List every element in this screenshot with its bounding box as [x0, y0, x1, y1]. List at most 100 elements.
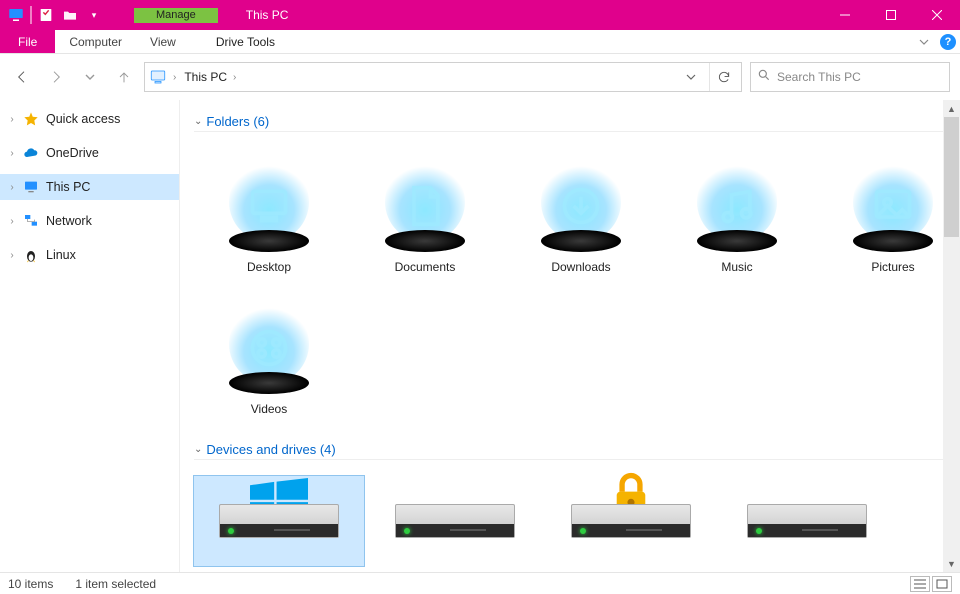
back-button[interactable]: [10, 65, 34, 89]
folder-label: Downloads: [551, 260, 610, 274]
forward-button[interactable]: [44, 65, 68, 89]
drive-icon: [219, 504, 339, 538]
breadcrumb-chevron-icon[interactable]: ›: [173, 72, 176, 83]
folder-icon: [682, 148, 792, 258]
search-box[interactable]: [750, 62, 950, 92]
contextual-tab-group-label: Manage: [134, 8, 218, 23]
address-bar[interactable]: › This PC ›: [144, 62, 742, 92]
section-title: Folders (6): [206, 114, 269, 129]
status-item-count: 10 items: [8, 577, 53, 591]
chevron-down-icon: ⌄: [194, 116, 202, 127]
breadcrumb-chevron-icon[interactable]: ›: [233, 72, 236, 83]
navigation-toolbar: › This PC ›: [0, 54, 960, 100]
help-button[interactable]: ?: [936, 30, 960, 53]
window-title: This PC: [246, 8, 289, 22]
folder-icon: [214, 148, 324, 258]
nav-label: OneDrive: [46, 146, 99, 160]
view-large-icons-button[interactable]: [932, 576, 952, 592]
folder-item-pictures[interactable]: Pictures: [818, 148, 960, 274]
nav-label: Network: [46, 214, 92, 228]
app-icon: [6, 5, 26, 25]
nav-item-linux[interactable]: › Linux: [0, 242, 179, 268]
chevron-down-icon: ⌄: [194, 444, 202, 455]
folder-item-videos[interactable]: Videos: [194, 290, 344, 416]
qat-properties-icon[interactable]: [36, 5, 56, 25]
location-icon: [149, 68, 167, 86]
folder-icon: [526, 148, 636, 258]
section-header-folders[interactable]: ⌄ Folders (6): [194, 114, 950, 132]
ribbon-tabs: File Computer View Drive Tools ?: [0, 30, 960, 54]
drive-item[interactable]: [370, 476, 540, 566]
ribbon-tab-view[interactable]: View: [136, 30, 190, 53]
drive-item-locked[interactable]: [546, 476, 716, 566]
monitor-icon: [22, 178, 40, 196]
scroll-down-icon[interactable]: ▼: [943, 555, 960, 572]
drive-icon: [395, 504, 515, 538]
qat-new-folder-icon[interactable]: [60, 5, 80, 25]
penguin-icon: [22, 246, 40, 264]
vertical-scrollbar[interactable]: ▲ ▼: [943, 100, 960, 572]
status-selection: 1 item selected: [75, 577, 156, 591]
folder-label: Desktop: [247, 260, 291, 274]
up-button[interactable]: [112, 65, 136, 89]
expand-icon[interactable]: ›: [6, 216, 18, 227]
search-icon: [757, 68, 771, 87]
folder-label: Documents: [395, 260, 456, 274]
nav-item-onedrive[interactable]: › OneDrive: [0, 140, 179, 166]
folder-item-documents[interactable]: Documents: [350, 148, 500, 274]
folder-icon: [370, 148, 480, 258]
folder-label: Music: [721, 260, 752, 274]
search-input[interactable]: [777, 70, 943, 84]
folders-grid: Desktop Documents Downloads: [194, 138, 950, 434]
help-icon: ?: [940, 34, 956, 50]
close-button[interactable]: [914, 0, 960, 30]
minimize-button[interactable]: [822, 0, 868, 30]
nav-label: Quick access: [46, 112, 120, 126]
nav-item-quick-access[interactable]: › Quick access: [0, 106, 179, 132]
star-icon: [22, 110, 40, 128]
nav-label: This PC: [46, 180, 90, 194]
folder-label: Pictures: [871, 260, 914, 274]
qat-customize-icon[interactable]: ▾: [84, 5, 104, 25]
folder-label: Videos: [251, 402, 287, 416]
title-bar: ▾ Manage This PC: [0, 0, 960, 30]
expand-icon[interactable]: ›: [6, 114, 18, 125]
expand-icon[interactable]: ›: [6, 250, 18, 261]
address-dropdown-button[interactable]: [677, 63, 705, 91]
network-icon: [22, 212, 40, 230]
nav-item-network[interactable]: › Network: [0, 208, 179, 234]
file-tab[interactable]: File: [0, 30, 55, 53]
drive-icon: [747, 504, 867, 538]
scroll-up-icon[interactable]: ▲: [943, 100, 960, 117]
quick-access-toolbar: ▾: [0, 0, 104, 30]
ribbon-collapse-icon[interactable]: [912, 30, 936, 53]
navigation-pane: › Quick access › OneDrive › This PC › Ne…: [0, 100, 180, 572]
section-header-drives[interactable]: ⌄ Devices and drives (4): [194, 442, 950, 460]
qat-divider: [30, 6, 32, 24]
ribbon-tab-drive-tools[interactable]: Drive Tools: [202, 30, 289, 53]
folder-item-music[interactable]: Music: [662, 148, 812, 274]
nav-item-this-pc[interactable]: › This PC: [0, 174, 179, 200]
status-bar: 10 items 1 item selected: [0, 572, 960, 594]
window-controls: [822, 0, 960, 30]
view-details-button[interactable]: [910, 576, 930, 592]
folder-item-downloads[interactable]: Downloads: [506, 148, 656, 274]
folder-icon: [838, 148, 948, 258]
cloud-icon: [22, 144, 40, 162]
drives-grid: [194, 466, 950, 572]
scroll-thumb[interactable]: [944, 117, 959, 237]
recent-locations-button[interactable]: [78, 65, 102, 89]
drive-item-os[interactable]: [194, 476, 364, 566]
expand-icon[interactable]: ›: [6, 182, 18, 193]
drive-item[interactable]: [722, 476, 892, 566]
folder-icon: [214, 290, 324, 400]
drive-icon: [571, 504, 691, 538]
maximize-button[interactable]: [868, 0, 914, 30]
expand-icon[interactable]: ›: [6, 148, 18, 159]
folder-item-desktop[interactable]: Desktop: [194, 148, 344, 274]
ribbon-tab-computer[interactable]: Computer: [55, 30, 136, 53]
refresh-button[interactable]: [709, 63, 737, 91]
breadcrumb-location[interactable]: This PC: [184, 70, 227, 84]
nav-label: Linux: [46, 248, 76, 262]
content-pane: ⌄ Folders (6) Desktop Documents: [180, 100, 960, 572]
